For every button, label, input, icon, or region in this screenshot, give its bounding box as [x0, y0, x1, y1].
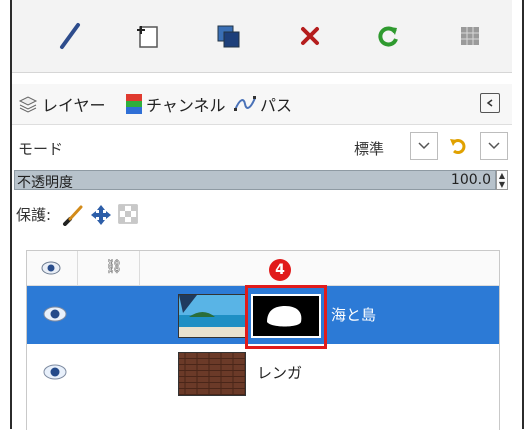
lock-pixels-icon[interactable] [62, 204, 84, 226]
grid-icon [461, 27, 479, 45]
chain-icon: ⛓ [105, 259, 123, 275]
lock-row: 保護: [12, 196, 512, 232]
delete-icon [301, 27, 319, 45]
eye-icon [41, 261, 61, 275]
opacity-label: 不透明度 [17, 175, 73, 191]
header-divider [77, 251, 78, 285]
duplicate-layer-icon [217, 25, 240, 48]
tab-layers[interactable]: レイヤー [18, 90, 106, 118]
mode-dropdown[interactable] [410, 132, 438, 160]
visibility-eye-icon[interactable] [43, 306, 67, 322]
opacity-value: 100.0 [450, 172, 491, 188]
opacity-slider[interactable]: 不透明度 100.0 [14, 170, 496, 191]
paths-icon [234, 96, 256, 111]
layer-thumbnail [178, 294, 246, 338]
layers-icon [18, 96, 38, 113]
dock-tabs: レイヤー チャンネル パス [12, 84, 512, 125]
menu-arrow-icon [486, 99, 493, 107]
layer-name[interactable]: 海と島 [331, 304, 376, 325]
visibility-eye-icon[interactable] [43, 364, 67, 380]
tab-menu-button[interactable] [480, 93, 500, 113]
layer-name[interactable]: レンガ [257, 362, 302, 383]
mode-label: モード [18, 140, 64, 158]
reset-mode-button[interactable] [444, 132, 472, 160]
tab-channels-label: チャンネル [146, 96, 226, 115]
toolbar [12, 0, 512, 73]
layer-row[interactable]: レンガ [27, 344, 499, 402]
delete-button[interactable] [292, 18, 328, 54]
mode-row: モード 標準 [12, 128, 512, 164]
duplicate-layer-button[interactable] [210, 18, 246, 54]
channels-icon [126, 94, 142, 114]
tab-layers-label: レイヤー [42, 96, 106, 115]
refresh-icon [378, 26, 398, 47]
tab-paths-label: パス [260, 96, 293, 115]
grid-button[interactable] [452, 18, 488, 54]
new-layer-button[interactable] [130, 18, 166, 54]
annotation-highlight-box [245, 285, 327, 349]
chevron-down-icon [418, 142, 430, 150]
undo-icon [450, 139, 466, 154]
pencil-button[interactable] [52, 18, 88, 54]
annotation-number-badge: 4 [269, 259, 291, 281]
header-divider [139, 251, 140, 285]
mode-value[interactable]: 標準 [354, 138, 384, 159]
layer-list-header: ⛓ [27, 251, 499, 286]
lock-position-icon[interactable] [90, 204, 112, 226]
pencil-icon [60, 23, 80, 49]
tab-channels[interactable]: チャンネル [126, 90, 226, 118]
chevron-down-icon [488, 142, 500, 150]
refresh-button[interactable] [370, 18, 406, 54]
tab-paths[interactable]: パス [234, 90, 292, 118]
lock-alpha-icon[interactable] [118, 204, 138, 224]
composite-dropdown[interactable] [480, 132, 508, 160]
new-layer-icon [137, 26, 158, 48]
lock-label: 保護: [16, 206, 52, 224]
opacity-spinner[interactable]: ▲ ▼ [496, 170, 508, 190]
layer-thumbnail [178, 352, 246, 396]
